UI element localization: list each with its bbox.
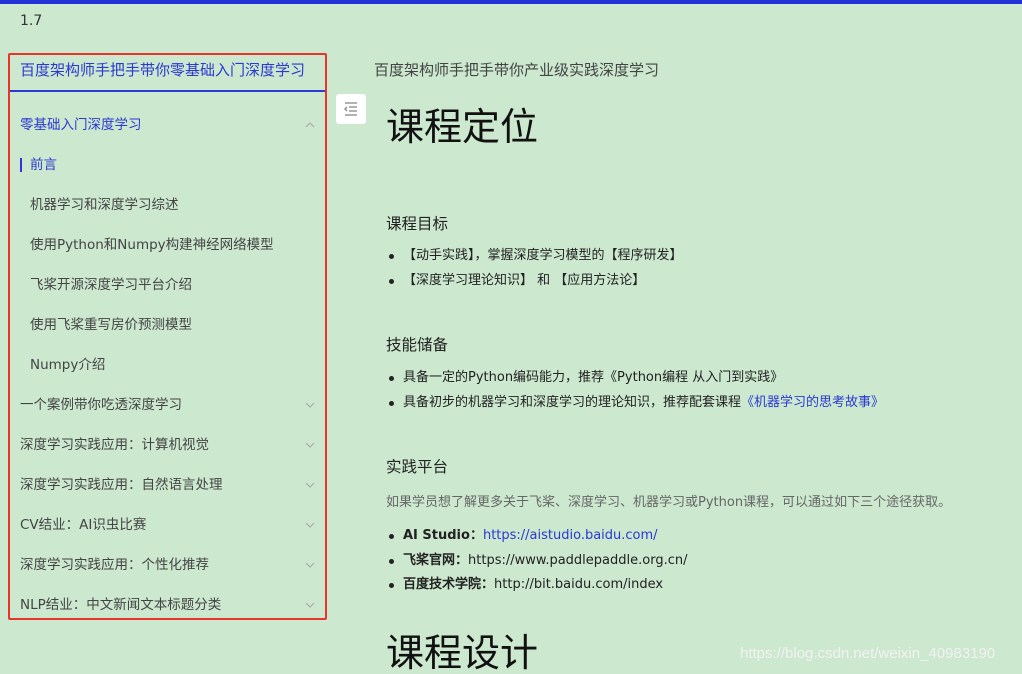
sidebar-item-python-numpy-nn[interactable]: 使用Python和Numpy构建神经网络模型 xyxy=(10,225,325,265)
chevron-down-icon xyxy=(305,402,315,408)
list-item: 【深度学习理论知识】 和 【应用方法论】 xyxy=(386,269,683,294)
sidebar-toggle-button[interactable] xyxy=(336,94,366,124)
sidebar-item-cv[interactable]: 深度学习实践应用：计算机视觉 xyxy=(10,425,325,465)
sidebar-item-label: 使用飞桨重写房价预测模型 xyxy=(30,317,192,333)
sidebar-item-case-study[interactable]: 一个案例带你吃透深度学习 xyxy=(10,385,325,425)
chevron-down-icon xyxy=(305,442,315,448)
goals-list: 【动手实践】，掌握深度学习模型的【程序研发】 【深度学习理论知识】 和 【应用方… xyxy=(386,244,683,293)
list-item: 具备初步的机器学习和深度学习的理论知识，推荐配套课程《机器学习的思考故事》 xyxy=(386,391,884,416)
sidebar-item-paddle-intro[interactable]: 飞桨开源深度学习平台介绍 xyxy=(10,265,325,305)
sidebar-item-label: 深度学习实践应用：计算机视觉 xyxy=(20,437,209,453)
sidebar-item-label: Numpy介绍 xyxy=(30,357,106,373)
sidebar-item-label: 深度学习实践应用：个性化推荐 xyxy=(20,557,209,573)
list-item-label: 百度技术学院： xyxy=(403,577,495,592)
sidebar-item-house-price-model[interactable]: 使用飞桨重写房价预测模型 xyxy=(10,305,325,345)
sidebar-item-label: 飞桨开源深度学习平台介绍 xyxy=(30,277,192,293)
platform-links-list: AI Studio：https://aistudio.baidu.com/ 飞桨… xyxy=(386,524,687,598)
sidebar-item-numpy-intro[interactable]: Numpy介绍 xyxy=(10,345,325,385)
sidebar-item-preface[interactable]: 前言 xyxy=(10,145,325,185)
sidebar-item-label: NLP结业：中文新闻文本标题分类 xyxy=(20,597,222,613)
list-item: AI Studio：https://aistudio.baidu.com/ xyxy=(386,524,687,549)
list-item: 【动手实践】，掌握深度学习模型的【程序研发】 xyxy=(386,244,683,269)
section-heading-goals: 课程目标 xyxy=(386,215,449,233)
sidebar-item-label: CV结业：AI识虫比赛 xyxy=(20,517,147,533)
sidebar-item-label: 深度学习实践应用：自然语言处理 xyxy=(20,477,223,493)
platform-intro: 如果学员想了解更多关于飞桨、深度学习、机器学习或Python课程，可以通过如下三… xyxy=(386,495,952,510)
skills-list: 具备一定的Python编码能力，推荐《Python编程 从入门到实践》 具备初步… xyxy=(386,366,884,415)
list-item-text: 具备初步的机器学习和深度学习的理论知识，推荐配套课程 xyxy=(403,394,742,410)
section-heading-platform: 实践平台 xyxy=(386,458,449,476)
chevron-up-icon xyxy=(305,122,315,128)
top-accent-bar xyxy=(0,0,1022,4)
chevron-down-icon xyxy=(305,482,315,488)
aistudio-link[interactable]: https://aistudio.baidu.com/ xyxy=(483,528,658,543)
sidebar-toggle-icon xyxy=(344,102,357,116)
page-title: 课程定位 xyxy=(386,105,539,149)
sidebar-item-nlp[interactable]: 深度学习实践应用：自然语言处理 xyxy=(10,465,325,505)
tab-zero-basics-course[interactable]: 百度架构师手把手带你零基础入门深度学习 xyxy=(20,59,305,80)
sidebar-item-ml-dl-overview[interactable]: 机器学习和深度学习综述 xyxy=(10,185,325,225)
list-item-label: AI Studio： xyxy=(403,528,483,543)
sidebar-nav: 零基础入门深度学习 前言 机器学习和深度学习综述 使用Python和Numpy构… xyxy=(10,105,325,625)
chevron-down-icon xyxy=(305,602,315,608)
ml-story-course-link[interactable]: 《机器学习的思考故事》 xyxy=(741,395,884,410)
list-item: 飞桨官网：https://www.paddlepaddle.org.cn/ xyxy=(386,549,687,574)
sidebar-item-label: 一个案例带你吃透深度学习 xyxy=(20,397,182,413)
watermark: https://blog.csdn.net/weixin_40983190 xyxy=(740,645,996,662)
section-title-course-design: 课程设计 xyxy=(386,631,539,674)
list-item: 百度技术学院：http://bit.baidu.com/index xyxy=(386,573,687,598)
chevron-down-icon xyxy=(305,562,315,568)
version-label: 1.7 xyxy=(20,13,43,29)
sidebar-item-label: 前言 xyxy=(30,157,57,173)
active-tab-underline xyxy=(8,90,326,92)
sidebar-item-recommendation[interactable]: 深度学习实践应用：个性化推荐 xyxy=(10,545,325,585)
list-item-label: 飞桨官网： xyxy=(403,552,469,568)
list-item: 具备一定的Python编码能力，推荐《Python编程 从入门到实践》 xyxy=(386,366,884,391)
sidebar-item-label: 零基础入门深度学习 xyxy=(20,117,142,133)
sidebar-item-nlp-final[interactable]: NLP结业：中文新闻文本标题分类 xyxy=(10,585,325,625)
tab-industrial-course[interactable]: 百度架构师手把手带你产业级实践深度学习 xyxy=(374,59,659,80)
paddlepaddle-url-text: https://www.paddlepaddle.org.cn/ xyxy=(468,552,688,568)
sidebar-item-label: 使用Python和Numpy构建神经网络模型 xyxy=(30,237,274,253)
bit-baidu-url-text: http://bit.baidu.com/index xyxy=(494,577,664,592)
sidebar-item-zero-basics[interactable]: 零基础入门深度学习 xyxy=(10,105,325,145)
sidebar-item-cv-final[interactable]: CV结业：AI识虫比赛 xyxy=(10,505,325,545)
chevron-down-icon xyxy=(305,522,315,528)
sidebar-item-label: 机器学习和深度学习综述 xyxy=(30,197,179,213)
section-heading-skills: 技能储备 xyxy=(386,336,449,354)
